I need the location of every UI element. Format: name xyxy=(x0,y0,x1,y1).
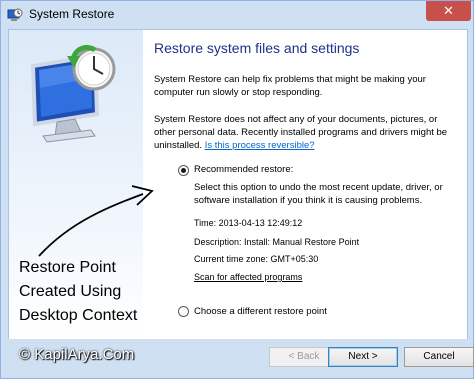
annotation-line-2: Created Using xyxy=(19,283,122,300)
system-restore-window: System Restore ✕ Restore system files an… xyxy=(0,0,474,379)
scan-affected-programs-link[interactable]: Scan for affected programs xyxy=(194,272,302,282)
page-heading: Restore system files and settings xyxy=(154,40,360,56)
system-restore-icon xyxy=(7,8,23,21)
different-restore-point-radio[interactable] xyxy=(178,306,189,317)
restore-arrow-icon xyxy=(67,44,97,68)
wizard-main-panel: Restore system files and settings System… xyxy=(143,30,467,339)
recommended-description: Select this option to undo the most rece… xyxy=(194,182,443,206)
recommended-restore-label[interactable]: Recommended restore: xyxy=(194,164,293,175)
close-icon: ✕ xyxy=(443,3,454,18)
intro-text: System Restore can help fix problems tha… xyxy=(154,74,426,98)
cancel-button[interactable]: Cancel xyxy=(404,347,474,367)
annotation-line-1: Restore Point xyxy=(19,259,116,276)
restore-description: Description: Install: Manual Restore Poi… xyxy=(194,237,360,247)
current-time-zone: Current time zone: GMT+05:30 xyxy=(194,254,319,264)
window-title: System Restore xyxy=(29,7,115,21)
different-restore-point-label[interactable]: Choose a different restore point xyxy=(194,306,327,317)
reversible-link[interactable]: Is this process reversible? xyxy=(205,140,315,151)
data-safety-text: System Restore does not affect any of yo… xyxy=(154,113,459,152)
restore-time: Time: 2013-04-13 12:49:12 xyxy=(194,218,303,228)
next-button[interactable]: Next > xyxy=(328,347,398,367)
close-button[interactable]: ✕ xyxy=(426,1,471,21)
title-bar[interactable]: System Restore ✕ xyxy=(1,1,473,29)
watermark: © KapilArya.Com xyxy=(19,346,135,363)
annotation-line-3: Desktop Context xyxy=(19,307,138,324)
recommended-restore-radio[interactable] xyxy=(178,165,189,176)
